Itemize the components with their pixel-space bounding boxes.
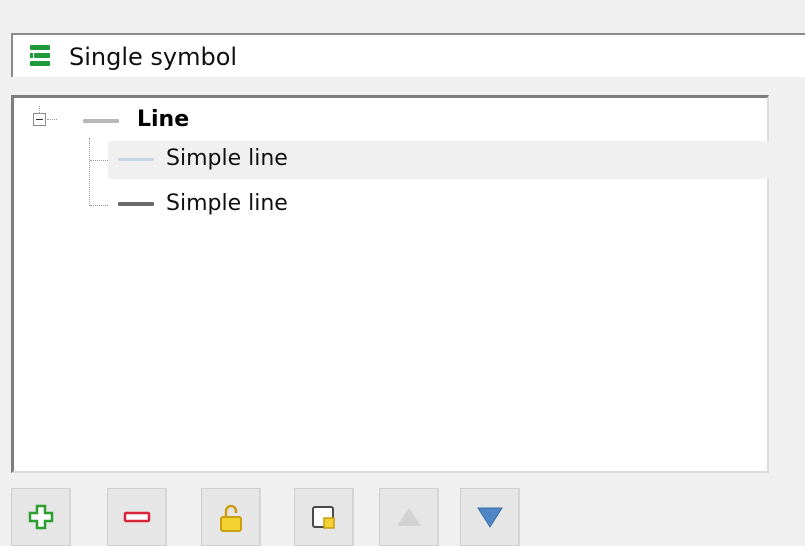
simple-line-swatch-icon: [118, 202, 154, 206]
tree-item-root-symbol[interactable]: Line: [69, 106, 769, 136]
tree-item-symbol-layer-1[interactable]: Simple line: [108, 141, 770, 179]
tree-item-label: Line: [137, 107, 190, 132]
line-symbol-swatch-icon: [83, 119, 119, 123]
lock-layer-button[interactable]: [201, 488, 261, 546]
duplicate-layer-button[interactable]: [294, 488, 354, 546]
move-down-button[interactable]: [460, 488, 520, 546]
single-symbol-icon: [30, 45, 50, 66]
move-down-icon: [477, 507, 503, 528]
panel-header-strip: [0, 0, 805, 30]
simple-line-swatch-icon: [118, 158, 154, 161]
tree-item-symbol-layer-2[interactable]: Simple line: [108, 186, 770, 224]
collapse-toggle-icon[interactable]: [33, 113, 46, 126]
remove-layer-icon: [123, 511, 151, 523]
tree-connector: [39, 106, 40, 113]
tree-connector: [90, 205, 108, 206]
renderer-type-label: Single symbol: [69, 43, 238, 71]
unlock-icon: [220, 504, 242, 532]
tree-connector: [47, 119, 57, 120]
symbol-layer-tree[interactable]: Line Simple line Simple line: [11, 95, 770, 473]
tree-connector: [90, 160, 108, 161]
move-up-icon: [397, 508, 421, 526]
renderer-type-combobox[interactable]: Single symbol: [11, 33, 805, 77]
add-layer-icon: [28, 504, 54, 530]
tree-connector: [89, 138, 90, 206]
symbol-layer-toolbar: [11, 488, 551, 546]
tree-item-label: Simple line: [166, 191, 288, 216]
symbol-selector-panel: Single symbol Line Simple line Simple li…: [0, 0, 805, 546]
remove-layer-button[interactable]: [107, 488, 167, 546]
move-up-button[interactable]: [379, 488, 439, 546]
add-layer-button[interactable]: [11, 488, 71, 546]
duplicate-layer-icon: [312, 506, 335, 529]
tree-item-label: Simple line: [166, 146, 288, 171]
